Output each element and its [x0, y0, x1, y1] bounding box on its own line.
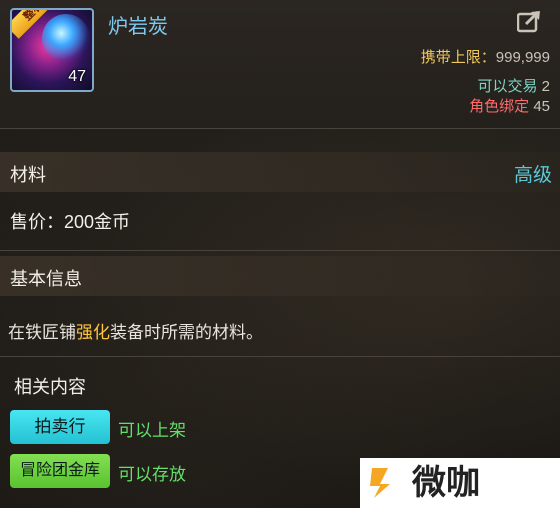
item-name: 炉岩炭: [108, 16, 168, 38]
lava-stone-icon: [42, 14, 90, 62]
watermark-logo-icon: [370, 468, 390, 498]
bound-count: 角色绑定 45: [469, 95, 550, 116]
category-bar: [0, 152, 560, 192]
guild-storage-button[interactable]: 冒险团金库: [10, 454, 110, 488]
storage-status: 可以存放: [118, 465, 186, 484]
item-count: 47: [68, 68, 86, 85]
related-title: 相关内容: [14, 377, 86, 397]
item-header: 整石 47 炉岩炭 携带上限：999,999 可以交易 2 角色绑定 45: [0, 0, 560, 128]
item-grade: 高级: [513, 165, 552, 186]
sell-price: 售价：200金币: [10, 212, 131, 232]
divider: [0, 128, 560, 129]
auction-status: 可以上架: [118, 421, 186, 440]
auction-house-button[interactable]: 拍卖行: [10, 410, 110, 444]
desc-after: 装备时所需的材料。: [110, 323, 263, 342]
item-icon-frame: 整石 47: [10, 8, 94, 92]
desc-highlight: 强化: [76, 323, 110, 342]
carry-limit-value: 999,999: [495, 49, 550, 66]
basic-info-title: 基本信息: [10, 269, 82, 289]
divider: [0, 250, 560, 251]
bound-label: 角色绑定: [469, 98, 530, 115]
basic-info-bar: [0, 256, 560, 296]
tradable-value: 2: [541, 78, 550, 95]
bound-value: 45: [533, 98, 550, 115]
share-icon[interactable]: [516, 9, 543, 33]
carry-limit-label: 携带上限：: [420, 49, 496, 66]
tradable-label: 可以交易: [477, 78, 538, 95]
watermark: 微咖: [360, 458, 560, 508]
tradable-count: 可以交易 2: [477, 75, 550, 96]
carry-limit: 携带上限：999,999: [421, 46, 550, 67]
item-type: 材料: [10, 165, 46, 185]
desc-before: 在铁匠铺: [8, 323, 76, 342]
divider: [0, 356, 560, 357]
item-description: 在铁匠铺强化装备时所需的材料。: [8, 318, 263, 343]
watermark-text: 微咖: [412, 464, 480, 502]
